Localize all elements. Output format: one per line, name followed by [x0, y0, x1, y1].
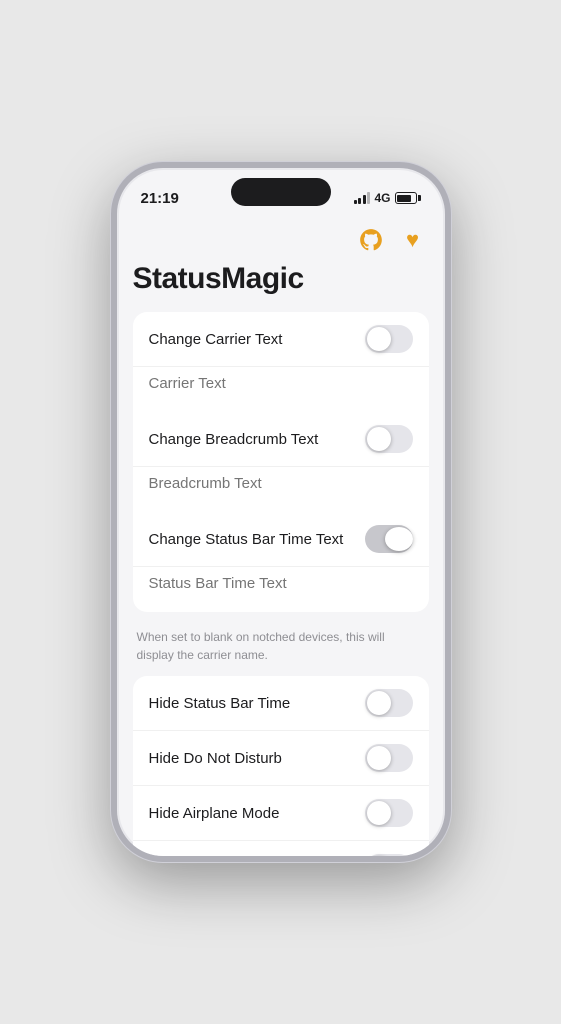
breadcrumb-text-input-row: [133, 466, 429, 512]
status-icons: 4G: [354, 191, 421, 205]
hide-do-not-disturb-row: Hide Do Not Disturb: [133, 730, 429, 785]
change-breadcrumb-text-row: Change Breadcrumb Text: [133, 412, 429, 466]
change-breadcrumb-text-label: Change Breadcrumb Text: [149, 431, 319, 448]
note-text: When set to blank on notched devices, th…: [133, 622, 429, 676]
hide-cellular-row: Hide Cellular*: [133, 840, 429, 856]
change-status-bar-time-text-toggle[interactable]: [365, 525, 413, 553]
status-bar: 21:19 4G: [117, 168, 445, 216]
hide-airplane-mode-toggle[interactable]: [365, 799, 413, 827]
change-carrier-text-toggle[interactable]: [365, 325, 413, 353]
hide-airplane-mode-row: Hide Airplane Mode: [133, 785, 429, 840]
hide-status-bar-time-toggle[interactable]: [365, 689, 413, 717]
change-status-bar-time-text-label: Change Status Bar Time Text: [149, 531, 344, 548]
hide-cellular-toggle[interactable]: [365, 854, 413, 856]
hide-do-not-disturb-label: Hide Do Not Disturb: [149, 750, 282, 767]
top-icons-row: ♥: [133, 224, 429, 256]
network-label: 4G: [374, 191, 390, 205]
carrier-text-input-row: [133, 366, 429, 412]
status-bar-time-text-input[interactable]: [149, 567, 413, 600]
change-breadcrumb-text-toggle[interactable]: [365, 425, 413, 453]
dynamic-island: [231, 178, 331, 206]
phone-frame: 21:19 4G: [111, 162, 451, 862]
heart-icon[interactable]: ♥: [397, 224, 429, 256]
battery-icon: [395, 192, 421, 204]
change-status-bar-time-text-row: Change Status Bar Time Text: [133, 512, 429, 566]
text-settings-card: Change Carrier Text Change Breadcrumb Te…: [133, 312, 429, 612]
hide-airplane-mode-label: Hide Airplane Mode: [149, 805, 280, 822]
carrier-text-input[interactable]: [149, 367, 413, 400]
signal-bars-icon: [354, 192, 371, 204]
hide-do-not-disturb-toggle[interactable]: [365, 744, 413, 772]
hide-status-bar-time-row: Hide Status Bar Time: [133, 676, 429, 730]
screen-content[interactable]: ♥ StatusMagic Change Carrier Text Change…: [117, 216, 445, 856]
hide-status-bar-time-label: Hide Status Bar Time: [149, 695, 291, 712]
hide-settings-card: Hide Status Bar Time Hide Do Not Disturb…: [133, 676, 429, 856]
status-time: 21:19: [141, 190, 179, 207]
app-title: StatusMagic: [133, 262, 429, 296]
status-bar-time-text-input-row: [133, 566, 429, 612]
github-icon[interactable]: [355, 224, 387, 256]
change-carrier-text-label: Change Carrier Text: [149, 331, 283, 348]
breadcrumb-text-input[interactable]: [149, 467, 413, 500]
change-carrier-text-row: Change Carrier Text: [133, 312, 429, 366]
